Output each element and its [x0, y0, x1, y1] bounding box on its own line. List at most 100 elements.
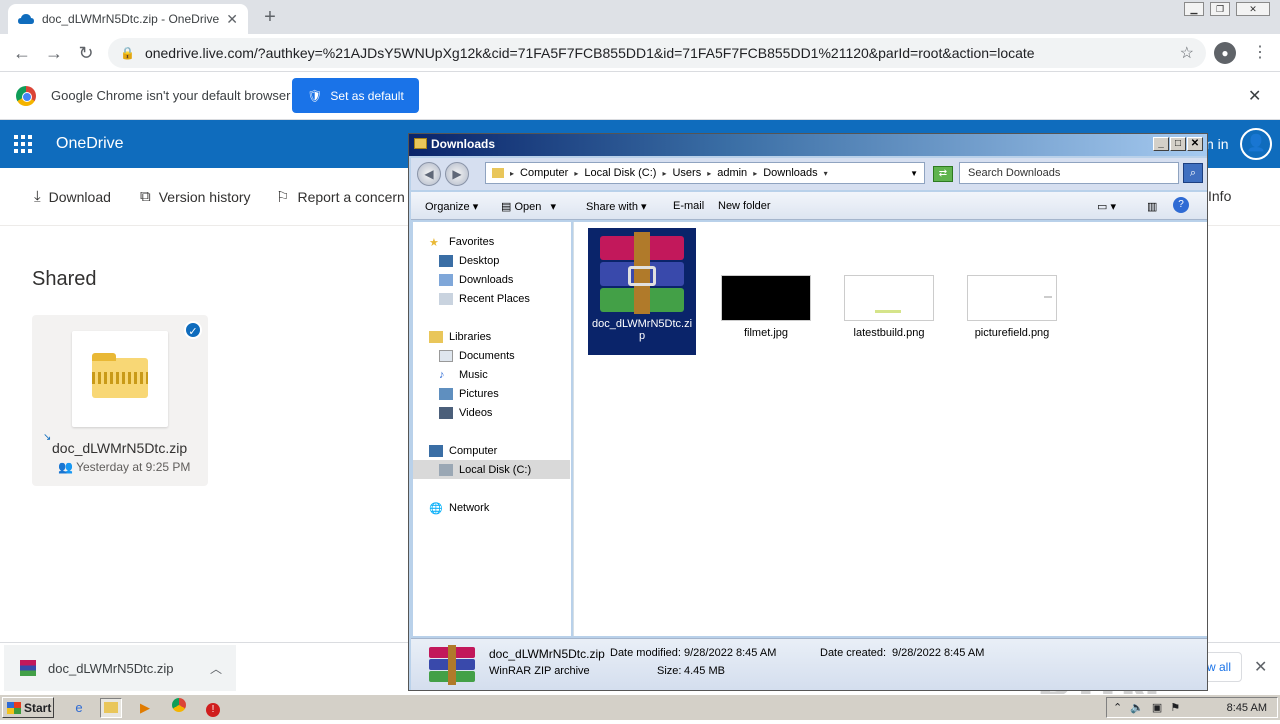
explorer-refresh-icon[interactable]: ⇄: [933, 166, 953, 182]
nav-documents[interactable]: Documents: [429, 346, 569, 365]
explorer-search-icon[interactable]: ⌕: [1183, 163, 1203, 183]
chrome-taskbar-icon[interactable]: [168, 698, 190, 718]
nav-favorites-section: ★ Favorites Desktop Downloads Recent Plac…: [429, 232, 569, 308]
nav-label: Local Disk (C:): [459, 463, 532, 476]
nav-local-disk[interactable]: Local Disk (C:): [413, 460, 570, 479]
nav-libraries[interactable]: Libraries: [429, 327, 569, 346]
download-item[interactable]: doc_dLWMrN5Dtc.zip ︿: [4, 645, 236, 691]
explorer-back-icon[interactable]: ◀: [417, 162, 441, 186]
explorer-title-bar[interactable]: Downloads: [409, 134, 1207, 156]
version-history-icon: ⧉: [140, 188, 151, 205]
nav-music[interactable]: ♪ Music: [429, 365, 569, 384]
breadcrumb[interactable]: ▸ Computer ▸ Local Disk (C:) ▸ Users ▸ a…: [485, 162, 925, 184]
explorer-search-input[interactable]: Search Downloads: [959, 162, 1179, 184]
email-button[interactable]: E-mail: [673, 200, 704, 212]
file-name: doc_dLWMrN5Dtc.zip: [591, 318, 693, 342]
organize-button[interactable]: Organize ▾: [425, 200, 478, 213]
nav-label: Recent Places: [459, 292, 530, 305]
address-bar[interactable]: 🔒 onedrive.live.com/?authkey=%21AJDsY5WN…: [108, 38, 1206, 68]
image-thumbnail: [967, 275, 1057, 321]
antivirus-alert-icon[interactable]: !: [202, 698, 224, 718]
file-item[interactable]: doc_dLWMrN5Dtc.zip: [588, 228, 696, 355]
network-tray-icon[interactable]: ▣: [1152, 701, 1162, 714]
breadcrumb-users[interactable]: Users: [672, 167, 701, 179]
tray-expand-icon[interactable]: ⌃: [1113, 701, 1122, 714]
chevron-up-icon[interactable]: ︿: [210, 660, 222, 677]
media-player-icon[interactable]: ▶: [134, 698, 156, 718]
user-avatar-icon[interactable]: 👤: [1240, 128, 1272, 160]
breadcrumb-local-disk[interactable]: Local Disk (C:): [584, 167, 656, 179]
file-item[interactable]: latestbuild.png: [835, 275, 943, 339]
explorer-taskbar-icon[interactable]: [100, 698, 122, 718]
file-meta: 👥 Yesterday at 9:25 PM: [58, 460, 190, 474]
bookmark-star-icon[interactable]: ☆: [1180, 43, 1194, 63]
file-name[interactable]: doc_dLWMrN5Dtc.zip: [52, 440, 187, 456]
volume-icon[interactable]: 🔈: [1130, 701, 1144, 714]
nav-desktop[interactable]: Desktop: [429, 251, 569, 270]
set-as-default-button[interactable]: 🛡 Set as default: [292, 78, 419, 113]
explorer-close-button[interactable]: ✕: [1187, 137, 1203, 151]
minimize-window-button[interactable]: ▁: [1184, 2, 1204, 16]
explorer-minimize-button[interactable]: _: [1153, 137, 1169, 151]
start-button[interactable]: Start: [2, 697, 54, 718]
nav-videos[interactable]: Videos: [429, 403, 569, 422]
view-options-icon[interactable]: ▭ ▾: [1097, 200, 1116, 213]
nav-computer[interactable]: Computer: [429, 441, 569, 460]
details-date-created-label: Date created:: [820, 647, 887, 659]
address-dropdown-icon[interactable]: ▼: [910, 169, 918, 178]
share-with-button[interactable]: Share with ▾: [586, 200, 647, 213]
internet-explorer-icon[interactable]: e: [68, 698, 90, 718]
open-button[interactable]: ▤ Open ▾: [501, 200, 556, 213]
default-browser-infobar: Google Chrome isn't your default browser…: [0, 72, 1280, 120]
clock[interactable]: 8:45 AM: [1227, 702, 1267, 714]
url-text: onedrive.live.com/?authkey=%21AJDsY5WNUp…: [144, 45, 1035, 61]
file-list: doc_dLWMrN5Dtc.zip filmet.jpg latestbuil…: [573, 222, 1207, 636]
version-history-button[interactable]: ⧉ Version history: [140, 188, 251, 205]
browser-toolbar: ← → ↻ 🔒 onedrive.live.com/?authkey=%21AJ…: [0, 34, 1280, 72]
explorer-forward-icon[interactable]: ▶: [445, 162, 469, 186]
breadcrumb-computer[interactable]: Computer: [520, 167, 568, 179]
winrar-archive-icon: [596, 232, 688, 314]
help-icon[interactable]: ?: [1173, 197, 1189, 213]
reload-icon[interactable]: ↻: [74, 42, 98, 64]
new-folder-button[interactable]: New folder: [718, 200, 771, 212]
share-with-label: Share with: [586, 201, 638, 213]
nav-network[interactable]: 🌐 Network: [429, 498, 569, 517]
infobar-close-icon[interactable]: ✕: [1248, 86, 1261, 106]
download-button[interactable]: ⤓ Download: [34, 188, 111, 205]
breadcrumb-admin[interactable]: admin: [717, 167, 747, 179]
forward-arrow-icon[interactable]: →: [42, 42, 66, 64]
report-concern-button[interactable]: ⚐ Report a concern: [276, 188, 405, 206]
winrar-small-icon: ▤: [501, 201, 512, 213]
restore-window-button[interactable]: ❐: [1210, 2, 1230, 16]
breadcrumb-downloads[interactable]: Downloads: [763, 167, 817, 179]
browser-tab[interactable]: doc_dLWMrN5Dtc.zip - OneDrive ✕: [8, 4, 248, 34]
file-item[interactable]: picturefield.png: [958, 275, 1066, 339]
nav-label: Pictures: [459, 387, 499, 400]
back-arrow-icon[interactable]: ←: [10, 42, 34, 64]
sign-in-link[interactable]: n in: [1206, 136, 1229, 152]
onedrive-brand[interactable]: OneDrive: [56, 135, 124, 153]
file-item[interactable]: filmet.jpg: [712, 275, 820, 339]
page-title: Shared: [32, 268, 97, 290]
preview-pane-icon[interactable]: ▥: [1147, 200, 1157, 213]
info-button[interactable]: Info: [1208, 188, 1231, 204]
action-center-flag-icon[interactable]: ⚑: [1170, 701, 1180, 714]
nav-pictures[interactable]: Pictures: [429, 384, 569, 403]
breadcrumb-separator: ▸: [510, 168, 515, 178]
nav-network-section: 🌐 Network: [429, 498, 569, 517]
app-launcher-icon[interactable]: [14, 135, 32, 153]
new-tab-button[interactable]: +: [258, 6, 282, 29]
explorer-maximize-button[interactable]: □: [1170, 137, 1186, 151]
close-tab-icon[interactable]: ✕: [226, 11, 238, 28]
menu-kebab-icon[interactable]: ⋮: [1252, 42, 1268, 62]
profile-icon[interactable]: ●: [1214, 42, 1236, 64]
recent-places-icon: [439, 292, 453, 305]
desktop-icon: [439, 254, 453, 267]
version-history-label: Version history: [158, 188, 251, 205]
selected-check-icon[interactable]: ✓: [184, 321, 202, 339]
nav-downloads[interactable]: Downloads: [429, 270, 569, 289]
close-window-button[interactable]: ✕: [1236, 2, 1270, 16]
nav-favorites[interactable]: ★ Favorites: [429, 232, 569, 251]
nav-recent-places[interactable]: Recent Places: [429, 289, 569, 308]
